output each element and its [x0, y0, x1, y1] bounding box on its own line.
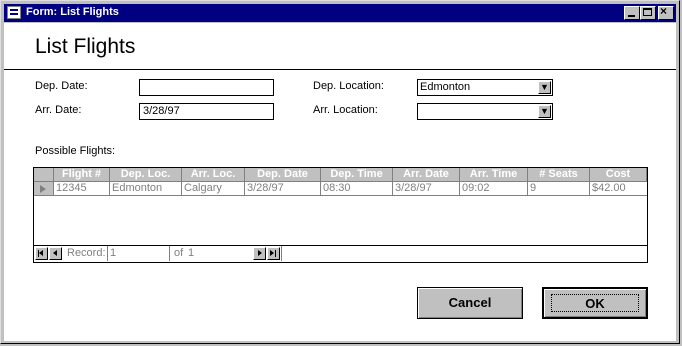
dep-location-value: Edmonton	[420, 81, 471, 93]
col-header-cost[interactable]: Cost	[590, 168, 647, 182]
minimize-button[interactable]	[624, 6, 640, 20]
datasheet-header: Flight # Dep. Loc. Arr. Loc. Dep. Date D…	[34, 168, 647, 182]
dep-location-label: Dep. Location:	[313, 80, 384, 92]
form-header: List Flights	[4, 23, 676, 70]
next-record-icon	[258, 250, 262, 256]
of-label: of	[174, 247, 184, 259]
header-selector[interactable]	[34, 168, 54, 182]
dep-date-label: Dep. Date:	[35, 80, 88, 92]
maximize-button[interactable]	[640, 6, 656, 20]
title-bar[interactable]: Form: List Flights ×	[4, 4, 676, 22]
list-flights-window: Form: List Flights × List Flights Dep. D…	[0, 0, 680, 344]
last-record-button[interactable]	[267, 247, 280, 260]
dropdown-arrow-icon[interactable]: ▼	[538, 81, 551, 94]
ok-button-label: OK	[585, 296, 605, 311]
first-record-button[interactable]	[35, 247, 48, 260]
cell-arr-loc[interactable]: Calgary	[182, 182, 245, 196]
cell-flight[interactable]: 12345	[54, 182, 110, 196]
arr-location-select[interactable]: ▼	[417, 103, 553, 120]
possible-flights-label: Possible Flights:	[35, 145, 116, 157]
col-header-arr-loc[interactable]: Arr. Loc.	[182, 168, 245, 182]
cell-seats[interactable]: 9	[528, 182, 590, 196]
record-navigator: Record: 1 of 1	[34, 245, 647, 262]
cell-arr-date[interactable]: 3/28/97	[393, 182, 460, 196]
col-header-dep-time[interactable]: Dep. Time	[321, 168, 393, 182]
table-row[interactable]: 12345 Edmonton Calgary 3/28/97 08:30 3/2…	[34, 182, 647, 196]
dropdown-arrow-icon[interactable]: ▼	[538, 105, 551, 118]
maximize-icon	[643, 8, 652, 16]
cell-dep-time[interactable]: 08:30	[321, 182, 393, 196]
col-header-arr-time[interactable]: Arr. Time	[460, 168, 528, 182]
record-number-field[interactable]: 1	[107, 246, 170, 261]
cell-dep-date[interactable]: 3/28/97	[245, 182, 321, 196]
ok-button[interactable]: OK	[542, 287, 648, 319]
dep-date-field[interactable]	[139, 79, 274, 96]
flights-datasheet[interactable]: Flight # Dep. Loc. Arr. Loc. Dep. Date D…	[33, 167, 648, 263]
col-header-seats[interactable]: # Seats	[528, 168, 590, 182]
page-title: List Flights	[35, 35, 136, 58]
arr-date-label: Arr. Date:	[35, 104, 82, 116]
cell-dep-loc[interactable]: Edmonton	[110, 182, 182, 196]
last-record-icon	[275, 250, 276, 257]
col-header-flight[interactable]: Flight #	[54, 168, 110, 182]
col-header-dep-loc[interactable]: Dep. Loc.	[110, 168, 182, 182]
arr-date-field[interactable]: 3/28/97	[139, 103, 274, 120]
prev-record-icon	[53, 250, 57, 256]
next-record-button[interactable]	[253, 247, 266, 260]
prev-record-button[interactable]	[49, 247, 62, 260]
form-body: List Flights Dep. Date: Arr. Date: 3/28/…	[4, 23, 676, 341]
cell-arr-time[interactable]: 09:02	[460, 182, 528, 196]
cancel-button[interactable]: Cancel	[417, 287, 523, 319]
cell-cost[interactable]: $42.00	[590, 182, 647, 196]
dep-location-select[interactable]: Edmonton ▼	[417, 79, 553, 96]
record-count: 1	[188, 247, 195, 259]
close-button[interactable]: ×	[658, 4, 674, 20]
window-title: Form: List Flights	[26, 6, 119, 18]
record-label: Record:	[67, 247, 106, 259]
current-record-icon[interactable]	[34, 182, 54, 196]
close-icon: ×	[660, 4, 668, 18]
navigator-divider	[281, 246, 282, 261]
col-header-arr-date[interactable]: Arr. Date	[393, 168, 460, 182]
col-header-dep-date[interactable]: Dep. Date	[245, 168, 321, 182]
form-icon[interactable]	[7, 6, 21, 19]
arr-location-label: Arr. Location:	[313, 104, 378, 116]
minimize-icon	[628, 15, 635, 17]
